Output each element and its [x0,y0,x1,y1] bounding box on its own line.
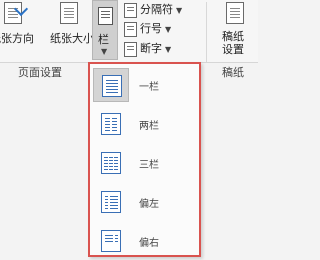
left-column-icon [101,191,121,213]
page-setup-group-label: 页面设置 [18,66,62,79]
manuscript-settings-button[interactable]: 稿纸设置 [214,0,254,60]
orientation-button[interactable]: 纸张方向 [0,0,34,60]
chevron-down-icon: ▼ [101,47,108,56]
orientation-label: 纸张方向 [0,32,34,45]
menu-item-label: 偏左 [139,199,159,210]
paper-size-icon [60,2,78,24]
columns-dropdown-menu: 一栏 两栏 三栏 偏左 偏右 [88,62,201,257]
manuscript-label: 稿纸设置 [222,30,244,56]
menu-item-left[interactable]: 偏左 [90,183,199,221]
chevron-down-icon: ▼ [165,44,172,54]
line-numbers-label: 行号 [140,22,162,35]
hyphenation-label: 断字 [140,42,162,55]
size-label: 纸张大小 [50,32,94,45]
menu-item-one-column[interactable]: 一栏 [90,66,199,104]
line-numbers-icon [124,21,137,37]
size-button[interactable]: 纸张大小 [48,0,94,60]
hyphenation-icon [124,41,137,57]
line-numbers-button[interactable]: 行号 ▼ [124,20,171,38]
breaks-button[interactable]: 分隔符 ▼ [124,1,182,19]
thumb-frame [93,146,129,180]
columns-button[interactable]: 栏 ▼ [92,0,118,60]
three-columns-icon [101,152,121,174]
two-columns-icon [101,113,121,135]
chevron-down-icon: ▼ [165,24,172,34]
breaks-label: 分隔符 [140,3,173,16]
breaks-icon [124,2,137,18]
columns-label: 栏 [98,33,109,46]
one-column-icon [102,75,122,97]
thumb-frame [93,107,129,141]
menu-item-right[interactable]: 偏右 [90,222,199,260]
thumb-frame [93,224,129,258]
menu-item-two-columns[interactable]: 两栏 [90,105,199,143]
thumb-frame [93,68,129,102]
hyphenation-button[interactable]: 断字 ▼ [124,40,171,58]
menu-item-three-columns[interactable]: 三栏 [90,144,199,182]
columns-icon [98,7,113,25]
menu-item-label: 一栏 [139,82,159,93]
menu-item-label: 三栏 [139,160,159,171]
thumb-frame [93,185,129,219]
menu-item-label: 偏右 [139,238,159,249]
manuscript-icon [226,2,244,24]
menu-item-label: 两栏 [139,121,159,132]
chevron-down-icon: ▼ [176,5,183,15]
manuscript-group-label: 稿纸 [222,66,244,79]
right-column-icon [101,230,121,252]
